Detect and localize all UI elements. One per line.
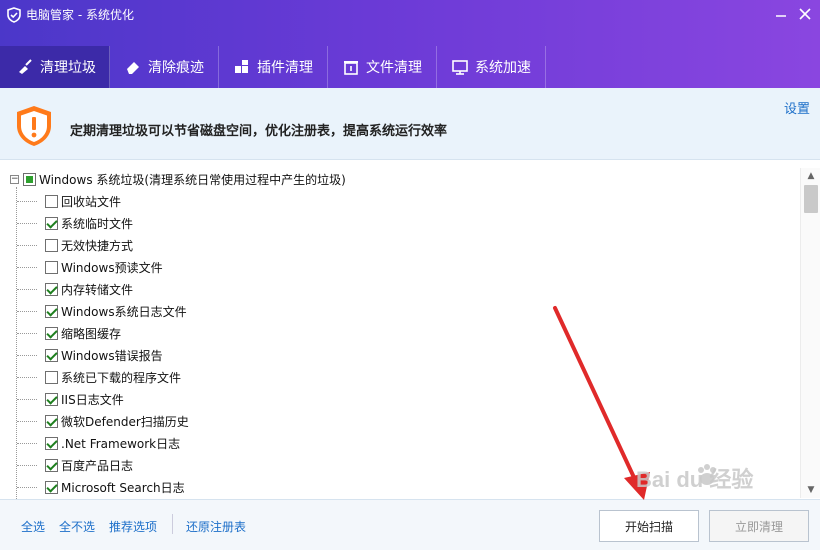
item-label: Windows系统日志文件	[61, 304, 187, 319]
tree-branch-line	[17, 310, 37, 312]
item-label: 微软Defender扫描历史	[61, 414, 189, 429]
settings-link[interactable]: 设置	[784, 98, 810, 117]
tree-root-row[interactable]: − Windows 系统垃圾(清理系统日常使用过程中产生的垃圾)	[10, 170, 346, 188]
item-label: Microsoft Search日志	[61, 480, 185, 495]
title-bar: 电脑管家 - 系统优化	[0, 0, 820, 46]
tab-label: 插件清理	[257, 60, 313, 76]
item-checkbox[interactable]	[45, 326, 58, 340]
restore-registry-link[interactable]: 还原注册表	[186, 518, 246, 535]
tree-branch-line	[17, 244, 37, 246]
item-checkbox[interactable]	[45, 238, 58, 252]
close-button[interactable]	[794, 3, 816, 25]
root-checkbox[interactable]	[23, 172, 36, 186]
tree-item[interactable]: Microsoft Search日志	[0, 476, 800, 498]
tree-item[interactable]: 系统已下载的程序文件	[0, 366, 800, 388]
minimize-icon	[776, 15, 786, 17]
tree-branch-line	[17, 332, 37, 334]
item-label: 系统临时文件	[61, 216, 134, 231]
item-label: 百度产品日志	[61, 458, 134, 473]
scroll-thumb[interactable]	[804, 185, 818, 213]
tab-file-clean[interactable]: 文件清理	[328, 46, 437, 88]
item-label: 内存转储文件	[61, 282, 134, 297]
item-checkbox[interactable]	[45, 436, 58, 450]
file-box-icon	[342, 58, 360, 76]
tree-item[interactable]: 缩略图缓存	[0, 322, 800, 344]
tree-item[interactable]: IIS日志文件	[0, 388, 800, 410]
tree-branch-line	[17, 200, 37, 202]
close-icon	[799, 8, 811, 20]
tree-item[interactable]: Windows系统日志文件	[0, 300, 800, 322]
warning-shield-icon	[17, 106, 51, 146]
tree-item[interactable]: 回收站文件	[0, 190, 800, 212]
tree-item[interactable]: 微软Defender扫描历史	[0, 410, 800, 432]
item-label: 无效快捷方式	[61, 238, 134, 253]
tree-item[interactable]: Windows错误报告	[0, 344, 800, 366]
item-checkbox[interactable]	[45, 260, 58, 274]
scrollbar[interactable]: ▲ ▼	[800, 168, 820, 498]
item-checkbox[interactable]	[45, 370, 58, 384]
item-checkbox[interactable]	[45, 282, 58, 296]
tab-label: 文件清理	[366, 60, 422, 76]
tree-item[interactable]: 百度产品日志	[0, 454, 800, 476]
tree-branch-line	[17, 354, 37, 356]
footer-bar: 全选 全不选 推荐选项 还原注册表 开始扫描 立即清理	[0, 500, 820, 550]
footer-divider	[172, 514, 173, 534]
tree-item[interactable]: Windows预读文件	[0, 256, 800, 278]
recommended-link[interactable]: 推荐选项	[109, 518, 157, 535]
tab-plugin-clean[interactable]: 插件清理	[219, 46, 328, 88]
tree-root-label: Windows 系统垃圾(清理系统日常使用过程中产生的垃圾)	[39, 172, 346, 187]
puzzle-icon	[233, 58, 251, 76]
item-checkbox[interactable]	[45, 194, 58, 208]
tree-item[interactable]: 无效快捷方式	[0, 234, 800, 256]
eraser-icon	[124, 58, 142, 76]
tree-branch-line	[17, 442, 37, 444]
item-checkbox[interactable]	[45, 392, 58, 406]
window-title: 电脑管家 - 系统优化	[26, 8, 134, 22]
collapse-toggle[interactable]: −	[10, 174, 19, 184]
item-checkbox[interactable]	[45, 414, 58, 428]
item-label: Windows错误报告	[61, 348, 163, 363]
item-checkbox[interactable]	[45, 458, 58, 472]
tab-clear-traces[interactable]: 清除痕迹	[110, 46, 219, 88]
select-none-link[interactable]: 全不选	[59, 518, 95, 535]
scroll-up-icon[interactable]: ▲	[801, 168, 820, 184]
tree-branch-line	[17, 376, 37, 378]
select-all-link[interactable]: 全选	[21, 518, 45, 535]
tab-bar: 清理垃圾 清除痕迹 插件清理 文件清理 系统加速	[0, 46, 820, 88]
shield-logo-icon	[7, 7, 21, 23]
item-label: Windows预读文件	[61, 260, 163, 275]
tree-branch-line	[17, 398, 37, 400]
broom-icon	[16, 58, 34, 76]
minimize-button[interactable]	[770, 3, 792, 25]
tab-label: 清除痕迹	[148, 60, 204, 76]
item-label: IIS日志文件	[61, 392, 124, 407]
banner-message: 定期清理垃圾可以节省磁盘空间，优化注册表，提高系统运行效率	[70, 124, 448, 139]
monitor-icon	[451, 58, 469, 76]
tree-item[interactable]: 内存转储文件	[0, 278, 800, 300]
tree-item[interactable]: 系统临时文件	[0, 212, 800, 234]
tab-label: 清理垃圾	[40, 60, 96, 76]
tree-branch-line	[17, 486, 37, 488]
clean-now-button[interactable]: 立即清理	[709, 510, 809, 542]
tree-item[interactable]: .Net Framework日志	[0, 432, 800, 454]
item-label: .Net Framework日志	[61, 436, 181, 451]
tree-branch-line	[17, 266, 37, 268]
tree-branch-line	[17, 420, 37, 422]
item-checkbox[interactable]	[45, 304, 58, 318]
item-label: 回收站文件	[61, 194, 122, 209]
tree-branch-line	[17, 222, 37, 224]
item-label: 系统已下载的程序文件	[61, 370, 182, 385]
item-checkbox[interactable]	[45, 480, 58, 494]
item-checkbox[interactable]	[45, 348, 58, 362]
scroll-down-icon[interactable]: ▼	[801, 482, 820, 498]
start-scan-button[interactable]: 开始扫描	[599, 510, 699, 542]
info-banner: 定期清理垃圾可以节省磁盘空间，优化注册表，提高系统运行效率 设置	[0, 88, 820, 160]
item-checkbox[interactable]	[45, 216, 58, 230]
tree-branch-line	[17, 288, 37, 290]
tab-system-speedup[interactable]: 系统加速	[437, 46, 546, 88]
tab-clean-junk[interactable]: 清理垃圾	[0, 46, 110, 88]
tab-label: 系统加速	[475, 60, 531, 76]
tree-branch-line	[17, 464, 37, 466]
item-label: 缩略图缓存	[61, 326, 122, 341]
